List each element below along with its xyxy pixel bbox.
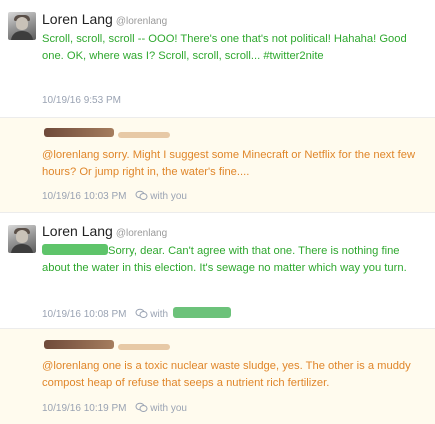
author-handle: @lorenlang [115,228,168,239]
tweet-text: @lorenlang sorry. Might I suggest some M… [42,149,416,178]
conversation-label: with you [150,403,187,414]
tweet-meta: 10/19/16 10:03 PM with you [42,190,187,202]
conversation-icon [135,190,148,200]
redacted-mention [42,244,108,255]
tweet-item[interactable]: @lorenlang one is a toxic nuclear waste … [0,329,435,424]
redacted-with-user [172,307,231,318]
conversation-link[interactable]: with [135,307,231,320]
conversation-label: with you [150,191,187,202]
tweet-timestamp[interactable]: 10/19/16 9:53 PM [42,95,121,106]
tweet-item[interactable]: Loren Lang @lorenlang Sorry, dear. Can't … [0,213,435,328]
author-name[interactable]: Loren Lang @lorenlang [42,11,167,27]
conversation-icon [135,308,148,318]
tweet-item[interactable]: @lorenlang sorry. Might I suggest some M… [0,118,435,212]
tweet-item[interactable]: Loren Lang @lorenlang Scroll, scroll, scr… [0,0,435,117]
author-name[interactable]: Loren Lang @lorenlang [42,223,167,239]
author-name-text: Loren Lang [42,11,113,27]
redacted-author [44,128,114,137]
conversation-link[interactable]: with you [135,402,187,414]
tweet-meta: 10/19/16 10:19 PM with you [42,402,187,414]
tweet-meta: 10/19/16 10:08 PM with [42,307,231,320]
conversation-icon [135,402,148,412]
tweet-timestamp[interactable]: 10/19/16 10:19 PM [42,403,127,414]
author-name-text: Loren Lang [42,223,113,239]
author-handle: @lorenlang [115,16,168,27]
redacted-author [44,340,114,349]
avatar-icon[interactable] [8,12,36,40]
tweet-text: @lorenlang one is a toxic nuclear waste … [42,360,411,389]
tweet-text: Scroll, scroll, scroll -- OOO! There's o… [42,33,407,62]
tweet-timestamp[interactable]: 10/19/16 10:08 PM [42,309,127,320]
redacted-handle [118,132,170,138]
tweet-timestamp[interactable]: 10/19/16 10:03 PM [42,191,127,202]
tweet-timeline: Loren Lang @lorenlang Scroll, scroll, scr… [0,0,435,424]
tweet-text-block: Sorry, dear. Can't agree with that one. … [42,243,430,276]
avatar-icon[interactable] [8,225,36,253]
conversation-link[interactable]: with you [135,190,187,202]
conversation-label: with [150,309,169,320]
redacted-handle [118,344,170,350]
